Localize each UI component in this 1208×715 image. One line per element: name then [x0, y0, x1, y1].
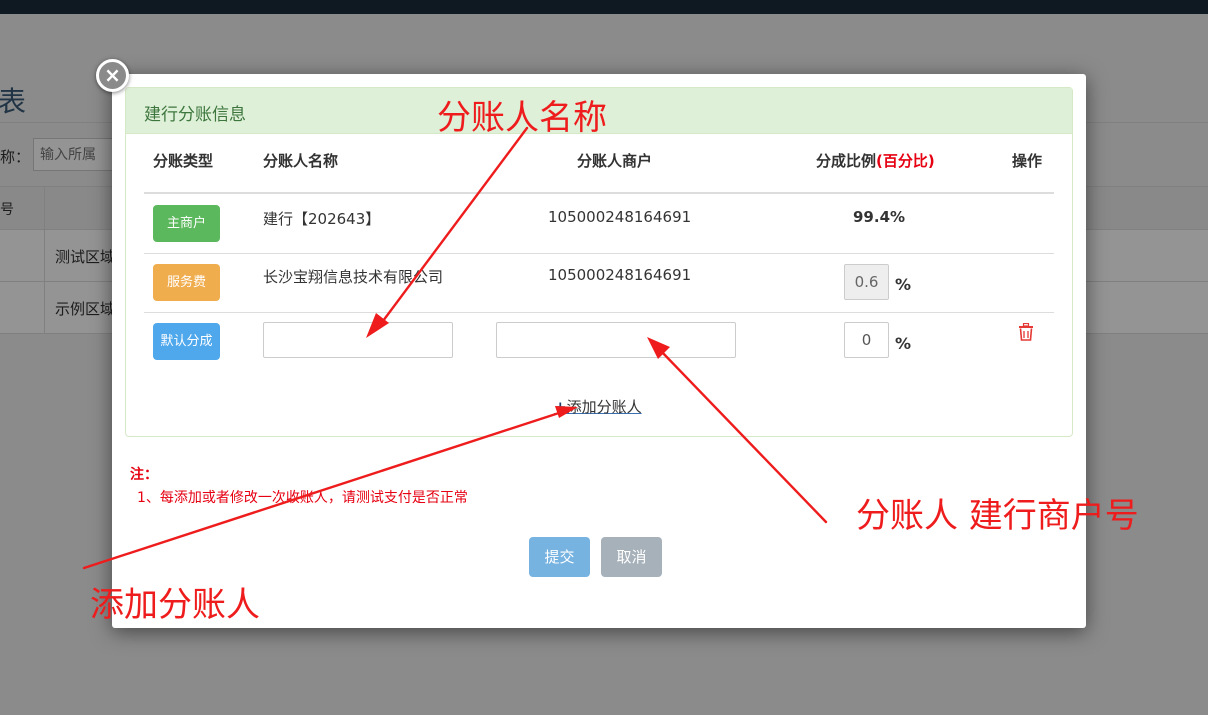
percent-sign: % — [895, 275, 912, 294]
add-payee-label: 添加分账人 — [566, 398, 642, 416]
annotation-payee-name: 分账人名称 — [437, 98, 607, 138]
annotation-merchant-number: 分账人 建行商户号 — [856, 496, 1139, 536]
payee-name-input[interactable] — [263, 322, 453, 358]
trash-icon[interactable] — [1018, 323, 1034, 341]
badge-default-split[interactable]: 默认分成 — [153, 323, 220, 360]
header-split-type: 分账类型 — [153, 152, 214, 170]
header-ratio-label: 分成比例 — [816, 152, 877, 170]
header-ratio-note: (百分比) — [876, 152, 935, 170]
payee-name: 长沙宝翔信息技术有限公司 — [263, 268, 444, 286]
badge-main-merchant[interactable]: 主商户 — [153, 205, 220, 242]
payee-merchant: 105000248164691 — [548, 266, 692, 284]
header-ratio: 分成比例(百分比) — [816, 150, 935, 171]
row-divider — [144, 312, 1054, 313]
ratio-input[interactable] — [844, 322, 889, 358]
close-icon[interactable]: × — [96, 59, 129, 92]
cancel-button[interactable]: 取消 — [601, 537, 662, 577]
plus-icon: + — [554, 398, 567, 416]
payee-name: 建行【202643】 — [263, 210, 381, 228]
badge-service-fee[interactable]: 服务费 — [153, 264, 220, 301]
split-info-modal: 建行分账信息 分账类型 分账人名称 分账人商户 分成比例(百分比) 操作 主商户… — [112, 74, 1086, 628]
payee-merchant-input[interactable] — [496, 322, 736, 358]
submit-button[interactable]: 提交 — [529, 537, 590, 577]
header-action: 操作 — [1012, 152, 1043, 170]
ratio-input-disabled — [844, 264, 889, 300]
header-payee-name: 分账人名称 — [263, 152, 339, 170]
ratio-value: 99.4% — [853, 208, 906, 226]
note-title: 注： — [130, 467, 158, 483]
percent-sign: % — [895, 334, 912, 353]
note-text: 1、每添加或者修改一次收账人，请测试支付是否正常 — [137, 490, 468, 506]
annotation-add-payee: 添加分账人 — [90, 585, 260, 625]
payee-merchant: 105000248164691 — [548, 208, 692, 226]
row-divider — [144, 253, 1054, 254]
header-divider — [144, 192, 1054, 194]
split-info-panel: 建行分账信息 — [125, 87, 1073, 437]
header-payee-merchant: 分账人商户 — [577, 152, 653, 170]
add-payee-link[interactable]: +添加分账人 — [554, 396, 642, 417]
